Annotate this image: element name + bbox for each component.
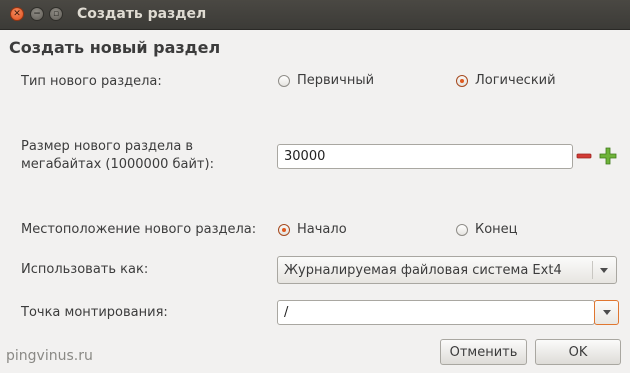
chevron-down-icon xyxy=(600,268,608,273)
minus-icon xyxy=(576,153,592,159)
maximize-icon: ▫ xyxy=(52,9,60,19)
radio-logical[interactable]: Логический xyxy=(456,73,556,88)
window-title: Создать раздел xyxy=(77,6,207,22)
close-window-button[interactable]: ✕ xyxy=(10,7,24,21)
use-as-label: Использовать как: xyxy=(21,262,149,277)
mount-point-input[interactable]: / xyxy=(277,300,595,325)
size-label-line1: Размер нового раздела в xyxy=(21,139,194,154)
size-input[interactable]: 30000 xyxy=(277,144,573,169)
plus-icon xyxy=(599,147,617,165)
filesystem-combobox[interactable]: Журналируемая файловая система Ext4 xyxy=(277,256,617,284)
radio-primary-label: Первичный xyxy=(297,73,375,88)
radio-start-label: Начало xyxy=(297,222,347,237)
radio-end-indicator xyxy=(456,223,468,236)
radio-end-label: Конец xyxy=(475,222,518,237)
partition-type-label: Тип нового раздела: xyxy=(21,74,162,89)
radio-primary[interactable]: Первичный xyxy=(278,73,374,88)
maximize-window-button[interactable]: ▫ xyxy=(49,7,63,21)
radio-primary-indicator xyxy=(278,74,290,87)
radio-end[interactable]: Конец xyxy=(456,222,518,237)
filesystem-combobox-value: Журналируемая файловая система Ext4 xyxy=(284,262,562,278)
watermark: pingvinus.ru xyxy=(6,348,93,364)
radio-start[interactable]: Начало xyxy=(278,222,347,237)
radio-logical-indicator xyxy=(456,74,468,87)
dialog-window: ✕ − ▫ Создать раздел Создать новый разде… xyxy=(0,0,630,373)
close-icon: ✕ xyxy=(13,9,21,19)
radio-logical-label: Логический xyxy=(475,73,556,88)
ok-button[interactable]: OK xyxy=(535,339,621,365)
chevron-down-icon xyxy=(602,309,611,315)
size-label-line2: мегабайтах (1000000 байт): xyxy=(21,157,214,172)
mount-point-dropdown-button[interactable] xyxy=(594,300,619,325)
combobox-separator xyxy=(592,261,593,279)
radio-start-indicator xyxy=(278,223,290,236)
title-bar: ✕ − ▫ Создать раздел xyxy=(0,0,630,30)
size-increment-button[interactable] xyxy=(597,145,619,167)
minimize-window-button[interactable]: − xyxy=(30,7,44,21)
cancel-button[interactable]: Отменить xyxy=(440,339,527,365)
location-label: Местоположение нового раздела: xyxy=(21,222,257,237)
size-decrement-button[interactable] xyxy=(573,145,595,167)
minimize-icon: − xyxy=(33,9,41,19)
mount-point-label: Точка монтирования: xyxy=(21,305,168,320)
dialog-heading: Создать новый раздел xyxy=(9,38,221,57)
